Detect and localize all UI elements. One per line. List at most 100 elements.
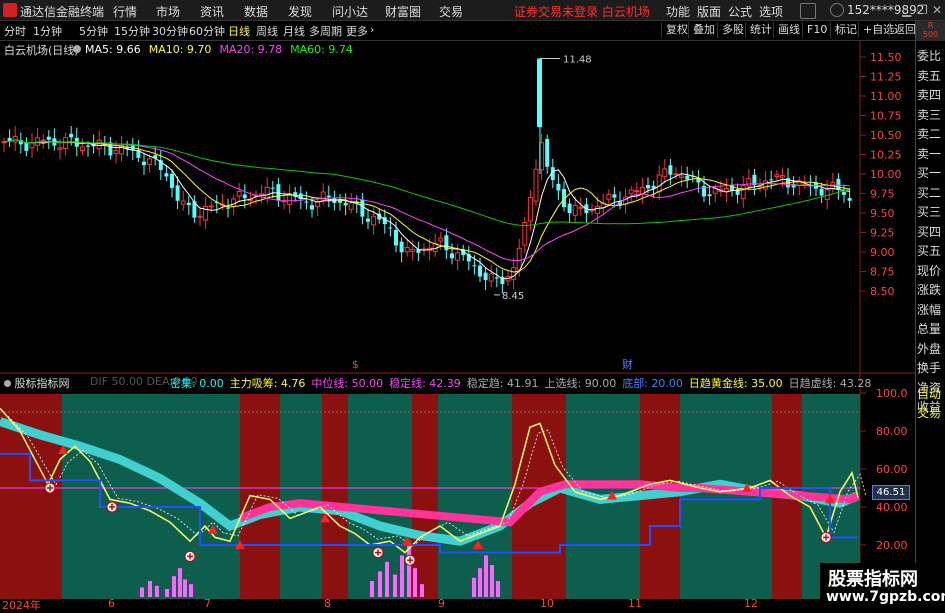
draw-line-button[interactable]: 画线 [773,22,804,38]
f10-button[interactable]: F10 [802,22,831,38]
candle-body [186,202,191,206]
signal-region [240,394,280,599]
period-tab-15min[interactable]: 15分钟 [114,23,150,39]
panel-badge[interactable]: R 500 [916,21,945,41]
mark-button[interactable]: 标记 [830,22,861,38]
candle-body [142,161,146,166]
envelope-icon[interactable] [800,3,816,19]
period-tab-monthly[interactable]: 月线 [283,23,305,39]
menu-item-formula[interactable]: 公式 [728,3,752,20]
indicator-name[interactable]: 股标指标网 [4,375,70,391]
chevron-right-icon[interactable]: › [370,23,374,36]
side-panel-item-7[interactable]: 买二 [917,184,945,201]
menu-item-trade[interactable]: 交易 [439,3,463,20]
period-toolbar: 分时 1分钟 5分钟 15分钟 30分钟 60分钟 日线 周线 月线 多周期 更… [0,21,916,41]
side-panel-item-4[interactable]: 卖二 [917,125,945,142]
side-panel-item-13[interactable]: 涨幅 [917,301,945,318]
menu-item-layout[interactable]: 版面 [697,3,721,20]
period-tab-daily[interactable]: 日线 [228,23,250,39]
indicator-axis-tick: 60.00 [876,463,908,476]
side-panel-item-19[interactable]: 自动 [917,385,945,402]
menu-item-news[interactable]: 资讯 [200,3,224,20]
period-tab-1min[interactable]: 1分钟 [33,23,62,39]
candle-body [746,178,752,187]
restore-icon[interactable]: ❐ [917,3,928,17]
period-tab-60min[interactable]: 60分钟 [189,23,225,39]
app-title: 通达信金融终端 [20,5,105,19]
period-tab-5min[interactable]: 5分钟 [79,23,108,39]
user-icon[interactable] [830,3,844,17]
period-tab-weekly[interactable]: 周线 [256,23,278,39]
side-panel-item-14[interactable]: 总量 [917,320,945,337]
period-tab-more[interactable]: 更多 [346,23,368,39]
menu-item-options[interactable]: 选项 [759,3,783,20]
side-panel-item-11[interactable]: 现价 [917,262,945,279]
histogram-bar [420,584,424,597]
menu-item-market[interactable]: 市场 [156,3,180,20]
candle-body [170,173,174,188]
candle-body [113,149,119,154]
candle-body [438,237,444,242]
menu-item-ask[interactable]: 问小达 [332,3,368,20]
menu-item-function[interactable]: 功能 [666,3,690,20]
candle-body [679,175,685,179]
indicator-legend-item: 中位线: 50.00 [311,377,384,390]
candle-body [410,249,416,252]
side-panel-item-3[interactable]: 卖三 [917,106,945,123]
statistics-button[interactable]: 统计 [745,22,776,38]
histogram-bar [155,585,159,597]
stock-title[interactable]: 白云机场(日线) [4,42,79,58]
account-label[interactable]: 152****9892 [847,3,924,17]
side-panel-item-10[interactable]: 买五 [917,242,945,259]
indicator-legend-item: 上选线: 90.00 [544,377,617,390]
login-notice[interactable]: 证券交易未登录 白云机场 [514,3,650,20]
candle-body [668,165,673,175]
period-tab-intraday[interactable]: 分时 [4,23,26,39]
candle-body [628,189,634,194]
site-watermark: 股票指标网 www.7gpzb.com [820,563,945,609]
side-panel-item-8[interactable]: 买三 [917,203,945,220]
menu-item-discover[interactable]: 发现 [288,3,312,20]
candle-body [455,252,461,261]
side-panel-item-16[interactable]: 换手 [917,359,945,376]
candle-body [606,194,612,200]
close-icon[interactable]: ✕ [932,3,942,17]
price-axis-tick: 11.25 [870,71,902,84]
candle-body [147,158,153,165]
settings-dot-icon[interactable] [73,45,81,53]
candle-body [360,199,365,217]
histogram-bar [472,577,476,597]
side-panel-item-15[interactable]: 外盘 [917,340,945,357]
ma-legend-item: MA5: 9.66 [85,43,141,56]
menu-item-data[interactable]: 数据 [244,3,268,20]
side-panel-item-9[interactable]: 买四 [917,223,945,240]
side-panel-item-12[interactable]: 涨跌 [917,281,945,298]
side-panel-item-2[interactable]: 卖四 [917,86,945,103]
ma10-line [3,139,850,273]
candle-body [478,265,482,277]
menu-item-wealth[interactable]: 财富圈 [385,3,421,20]
candle-body [264,186,270,199]
ma-legend-item: MA10: 9.70 [148,43,212,56]
overlay-button[interactable]: 叠加 [688,22,719,38]
chart-area[interactable]: 11.50 11.25 11.00 10.75 10.50 10.25 10.00 9.75 9… [0,41,915,609]
multi-stock-button[interactable]: 多股 [717,22,748,38]
price-axis-tick: 10.75 [870,110,902,123]
histogram-bar [140,587,144,597]
period-tab-multi[interactable]: 多周期 [309,23,342,39]
side-panel-item-5[interactable]: 卖一 [917,145,945,162]
side-panel-item-1[interactable]: 卖五 [917,67,945,84]
period-tab-30min[interactable]: 30分钟 [152,23,188,39]
candle-body [175,185,180,201]
side-panel-item-0[interactable]: 委比 [917,47,945,64]
menu-item-quotes[interactable]: 行情 [113,3,137,20]
candle-body [612,194,617,198]
minimize-icon[interactable]: ▁ [902,3,911,17]
high-price-label: 11.48 [563,55,592,66]
x-axis-label: 2024年 [2,599,41,612]
menu-bar: 通达信金融终端 行情 市场 资讯 数据 发现 问小达 财富圈 交易 证券交易未登… [0,0,945,21]
candle-body [231,198,237,207]
side-panel-item-20[interactable]: 交易 [917,404,945,421]
candle-body [315,201,321,207]
side-panel-item-6[interactable]: 买一 [917,164,945,181]
